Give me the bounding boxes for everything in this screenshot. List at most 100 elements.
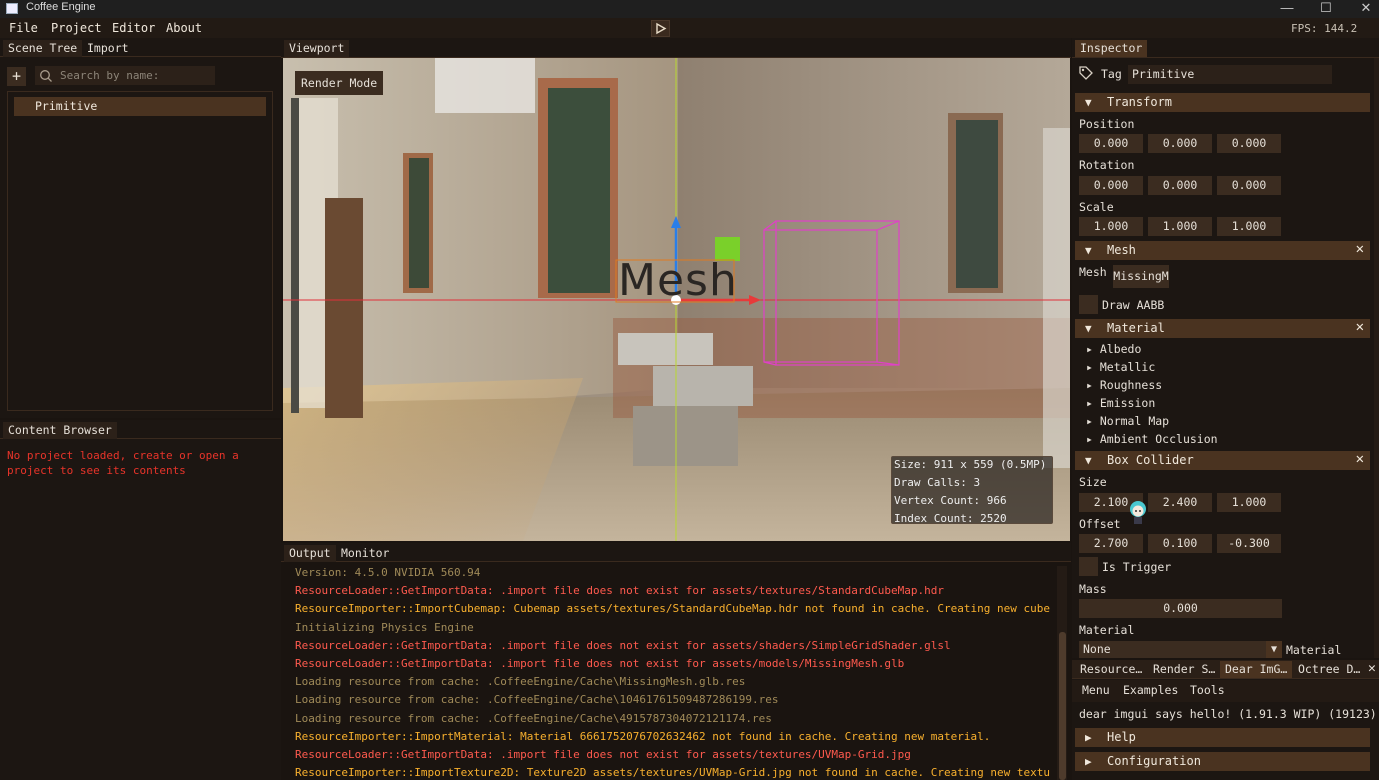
collapse-triangle-icon: ▼ xyxy=(1085,454,1092,467)
material-header[interactable]: ▼ Material ✕ xyxy=(1075,319,1370,338)
imgui-help-header[interactable]: ▶ Help xyxy=(1075,728,1370,747)
menu-file[interactable]: File xyxy=(9,21,38,35)
expand-triangle-icon: ▶ xyxy=(1085,755,1092,768)
log-line: ResourceLoader::GetImportData: .import f… xyxy=(295,657,905,670)
app-icon xyxy=(6,3,18,14)
mass-field[interactable]: 0.000 xyxy=(1079,599,1282,618)
imgui-menu-tools[interactable]: Tools xyxy=(1190,683,1225,697)
material-item-normal-map[interactable]: ▸ Normal Map xyxy=(1086,414,1169,428)
viewport-tabbar xyxy=(281,38,1071,58)
scene-item-primitive[interactable]: Primitive xyxy=(14,97,266,116)
box-collider-header[interactable]: ▼ Box Collider ✕ xyxy=(1075,451,1370,470)
remove-mesh-icon[interactable]: ✕ xyxy=(1356,240,1364,259)
menu-about[interactable]: About xyxy=(166,21,202,35)
offset-x-field[interactable]: 2.700 xyxy=(1079,534,1143,553)
tab-viewport[interactable]: Viewport xyxy=(284,40,350,57)
is-trigger-checkbox[interactable] xyxy=(1079,557,1098,576)
mesh-header[interactable]: ▼ Mesh ✕ xyxy=(1075,241,1370,260)
no-project-message-line2: project to see its contents xyxy=(7,464,186,477)
collapse-triangle-icon: ▼ xyxy=(1085,322,1092,335)
scale-x-field[interactable]: 1.000 xyxy=(1079,217,1143,236)
menu-project[interactable]: Project xyxy=(51,21,102,35)
position-z-field[interactable]: 0.000 xyxy=(1217,134,1281,153)
position-label: Position xyxy=(1079,117,1135,131)
imgui-demo-panel: Resource… Render S… Dear ImG… Octree D… … xyxy=(1072,660,1379,780)
no-project-message-line1: No project loaded, create or open a xyxy=(7,449,239,462)
stat-draw-calls: Draw Calls: 3 xyxy=(894,476,981,489)
combo-arrow-icon[interactable]: ▼ xyxy=(1266,641,1282,658)
collider-material-combo[interactable]: None xyxy=(1079,641,1282,658)
imgui-menu-examples[interactable]: Examples xyxy=(1123,683,1178,697)
stat-vertex-count: Vertex Count: 966 xyxy=(894,494,1007,507)
viewport-stats-overlay: Size: 911 x 559 (0.5MP) Draw Calls: 3 Ve… xyxy=(891,456,1053,525)
mesh-text-label: Mesh xyxy=(618,255,738,306)
tab-scene-tree[interactable]: Scene Tree xyxy=(3,40,83,57)
play-icon xyxy=(656,22,667,35)
draw-aabb-checkbox[interactable] xyxy=(1079,295,1098,314)
material-item-albedo[interactable]: ▸ Albedo xyxy=(1086,342,1141,356)
content-browser-panel: Content Browser No project loaded, creat… xyxy=(0,420,281,780)
material-item-roughness[interactable]: ▸ Roughness xyxy=(1086,378,1162,392)
inspector-scrollbar[interactable] xyxy=(1374,58,1379,658)
collapse-triangle-icon: ▼ xyxy=(1085,244,1092,257)
remove-material-icon[interactable]: ✕ xyxy=(1356,318,1364,337)
render-mode-button[interactable]: Render Mode xyxy=(295,71,384,95)
transform-header[interactable]: ▼ Transform xyxy=(1075,93,1370,112)
log-line: ResourceImporter::ImportCubemap: Cubemap… xyxy=(295,602,1050,616)
tag-input[interactable]: Primitive xyxy=(1128,65,1332,84)
menu-editor[interactable]: Editor xyxy=(112,21,155,35)
rotation-z-field[interactable]: 0.000 xyxy=(1217,176,1281,195)
tab-resource[interactable]: Resource… xyxy=(1075,661,1147,678)
log-line: Loading resource from cache: .CoffeeEngi… xyxy=(295,675,746,689)
remove-box-collider-icon[interactable]: ✕ xyxy=(1356,450,1364,469)
output-tabbar xyxy=(281,543,1071,562)
tag-icon xyxy=(1079,66,1093,80)
rotation-x-field[interactable]: 0.000 xyxy=(1079,176,1143,195)
search-input[interactable]: Search by name: xyxy=(35,66,215,85)
mass-label: Mass xyxy=(1079,582,1107,596)
tab-inspector[interactable]: Inspector xyxy=(1075,40,1148,57)
tab-import[interactable]: Import xyxy=(82,40,134,57)
tab-output[interactable]: Output xyxy=(284,545,336,562)
tab-dear-imgui[interactable]: Dear ImG… xyxy=(1220,661,1293,678)
tab-monitor[interactable]: Monitor xyxy=(336,545,394,562)
log-line: ResourceLoader::GetImportData: .import f… xyxy=(295,584,945,598)
is-trigger-label: Is Trigger xyxy=(1102,560,1172,574)
size-label: Size xyxy=(1079,475,1107,489)
stat-size: Size: 911 x 559 (0.5MP) xyxy=(894,458,1047,471)
offset-z-field[interactable]: -0.300 xyxy=(1217,534,1281,553)
scale-z-field[interactable]: 1.000 xyxy=(1217,217,1281,236)
maximize-button[interactable]: ☐ xyxy=(1306,0,1346,18)
material-item-emission[interactable]: ▸ Emission xyxy=(1086,396,1155,410)
scale-y-field[interactable]: 1.000 xyxy=(1148,217,1212,236)
mascot-icon xyxy=(1126,498,1150,526)
title-bar: Coffee Engine — ☐ ✕ xyxy=(0,0,1379,18)
play-button[interactable] xyxy=(651,20,670,37)
offset-y-field[interactable]: 0.100 xyxy=(1148,534,1212,553)
size-z-field[interactable]: 1.000 xyxy=(1217,493,1281,512)
position-x-field[interactable]: 0.000 xyxy=(1079,134,1143,153)
inspector-panel: Tag Primitive ▼ Transform Position 0.000 … xyxy=(1072,58,1379,658)
tab-octree-debug[interactable]: Octree D… xyxy=(1293,661,1365,678)
imgui-menu-menu[interactable]: Menu xyxy=(1082,683,1110,697)
output-scroll-thumb[interactable] xyxy=(1059,632,1066,780)
tab-render-stats[interactable]: Render S… xyxy=(1148,661,1220,678)
material-item-metallic[interactable]: ▸ Metallic xyxy=(1086,360,1155,374)
log-line: ResourceImporter::ImportTexture2D: Textu… xyxy=(295,766,1050,780)
imgui-hello-text: dear imgui says hello! (1.91.3 WIP) (191… xyxy=(1079,707,1377,721)
mesh-selector[interactable]: MissingM xyxy=(1113,265,1169,288)
close-window-button[interactable]: ✕ xyxy=(1346,0,1379,18)
log-line: Initializing Physics Engine xyxy=(295,620,474,634)
material-item-ambient-occlusion[interactable]: ▸ Ambient Occlusion xyxy=(1086,432,1218,446)
log-line: ResourceImporter::ImportMaterial: Materi… xyxy=(295,729,991,743)
minimize-button[interactable]: — xyxy=(1267,0,1307,18)
rotation-y-field[interactable]: 0.000 xyxy=(1148,176,1212,195)
close-tab-icon[interactable]: ✕ xyxy=(1368,661,1379,676)
tab-content-browser[interactable]: Content Browser xyxy=(3,422,117,439)
draw-aabb-label: Draw AABB xyxy=(1102,298,1165,312)
add-entity-button[interactable]: + xyxy=(7,67,26,86)
fps-counter: FPS: 144.2 xyxy=(1291,22,1358,35)
position-y-field[interactable]: 0.000 xyxy=(1148,134,1212,153)
imgui-configuration-header[interactable]: ▶ Configuration xyxy=(1075,752,1370,771)
size-y-field[interactable]: 2.400 xyxy=(1148,493,1212,512)
